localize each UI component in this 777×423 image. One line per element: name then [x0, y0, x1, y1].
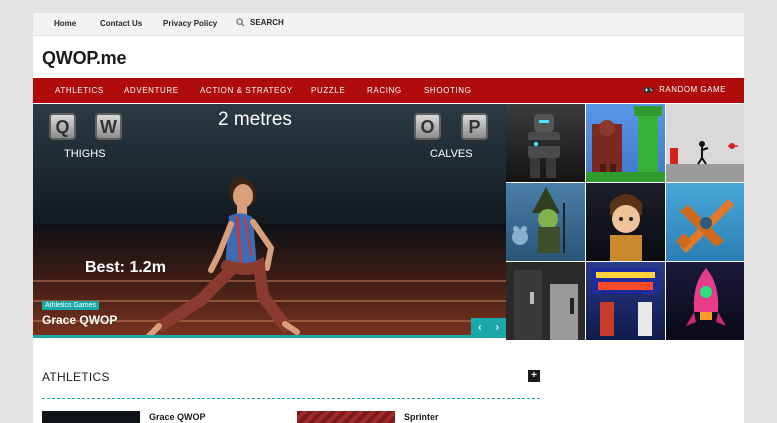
dark-room-icon [514, 270, 578, 340]
key-p: P [461, 113, 488, 140]
thighs-label: THIGHS [64, 148, 106, 160]
top-nav: Home Contact Us Privacy Policy SEARCH [33, 13, 744, 36]
nav-home-link[interactable]: Home [54, 19, 76, 28]
section-title: ATHLETICS [42, 370, 110, 384]
slider-controls: ‹ › [471, 318, 506, 336]
cat-adventure[interactable]: ADVENTURE [124, 86, 179, 95]
key-q: Q [49, 113, 76, 140]
pipe-platformer-icon [586, 106, 665, 182]
cat-shooting[interactable]: SHOOTING [424, 86, 471, 95]
nav-contact-link[interactable]: Contact Us [100, 19, 142, 28]
section-divider [42, 398, 540, 399]
post-title[interactable]: Sprinter [404, 412, 439, 422]
stickman-level-icon [666, 141, 744, 182]
armored-soldier-icon [516, 114, 562, 178]
game-thumbnail[interactable] [506, 262, 585, 340]
nav-privacy-link[interactable]: Privacy Policy [163, 19, 217, 28]
game-thumbnail[interactable] [586, 104, 665, 182]
game-thumbnail[interactable] [586, 183, 665, 261]
post-title[interactable]: Grace QWOP [149, 412, 206, 422]
runner-illustration [146, 177, 300, 338]
slider-accent-line [33, 335, 506, 338]
key-w: W [95, 113, 122, 140]
game-thumbnail[interactable] [666, 104, 744, 182]
post-thumbnail[interactable] [42, 411, 140, 423]
category-nav: ATHLETICS ADVENTURE ACTION & STRATEGY PU… [33, 78, 744, 103]
game-thumbnail[interactable] [506, 104, 585, 182]
game-thumbnail[interactable] [586, 262, 665, 340]
search-icon [236, 18, 245, 27]
wizard-mouse-icon [512, 187, 565, 253]
game-thumbnail-grid [506, 104, 744, 340]
cat-puzzle[interactable]: PUZZLE [311, 86, 345, 95]
key-o: O [414, 113, 441, 140]
featured-slider[interactable]: Q W O P THIGHS CALVES 2 metres Best: 1.2… [33, 104, 506, 338]
calves-label: CALVES [430, 148, 473, 160]
game-thumbnail[interactable] [506, 183, 585, 261]
plane-icon [676, 199, 734, 253]
random-game-label: RANDOM GAME [659, 85, 726, 94]
distance-readout: 2 metres [218, 109, 292, 130]
gamepad-icon [643, 86, 654, 93]
post-thumbnail[interactable] [297, 411, 395, 423]
rocket-icon [686, 268, 726, 326]
cat-athletics[interactable]: ATHLETICS [55, 86, 104, 95]
slider-prev-button[interactable]: ‹ [478, 322, 481, 333]
cartoon-boy-icon [610, 194, 642, 261]
featured-title[interactable]: Grace QWOP [42, 313, 117, 327]
search-button[interactable]: SEARCH [236, 18, 284, 27]
category-badge[interactable]: Athletics Games [42, 301, 99, 310]
expand-button[interactable]: + [528, 370, 540, 382]
fighter-game-icon [592, 268, 659, 336]
page: Home Contact Us Privacy Policy SEARCH QW… [33, 13, 744, 423]
cat-action-strategy[interactable]: ACTION & STRATEGY [200, 86, 293, 95]
cat-racing[interactable]: RACING [367, 86, 402, 95]
game-thumbnail[interactable] [666, 183, 744, 261]
site-logo[interactable]: QWOP.me [42, 48, 126, 69]
slider-next-button[interactable]: › [496, 322, 499, 333]
random-game-button[interactable]: RANDOM GAME [643, 85, 726, 94]
game-thumbnail[interactable] [666, 262, 744, 340]
search-label: SEARCH [250, 18, 284, 27]
